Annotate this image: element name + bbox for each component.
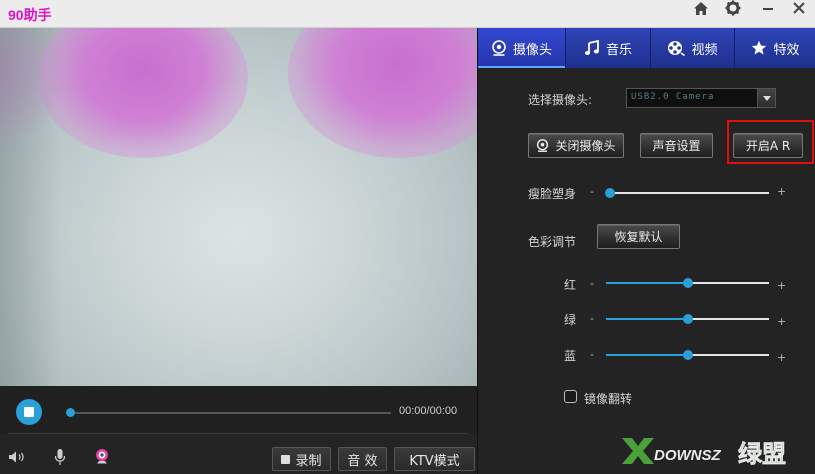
red-plus[interactable]: + — [777, 279, 786, 292]
green-channel-label: 绿 — [564, 313, 577, 327]
watermark-logo: DOWNSZ 绿盟 — [620, 430, 810, 470]
mirror-checkbox[interactable] — [564, 390, 577, 403]
red-fill — [606, 282, 688, 284]
tab-camera-label: 摄像头 — [512, 42, 552, 58]
face-slim-handle[interactable] — [605, 188, 615, 198]
close-icon[interactable] — [787, 0, 811, 16]
face-slim-minus[interactable]: - — [590, 185, 594, 198]
webcam-icon — [536, 139, 549, 152]
sound-settings-button[interactable]: 声音设置 — [640, 133, 713, 158]
webcam-icon — [491, 40, 507, 56]
watermark-text: DOWNSZ — [654, 447, 721, 464]
red-channel-label: 红 — [564, 278, 577, 292]
tab-effects[interactable]: 特效 — [735, 28, 815, 68]
chevron-down-icon[interactable] — [757, 89, 775, 107]
sound-effect-label: 音 效 — [347, 453, 378, 469]
tab-effects-label: 特效 — [773, 42, 800, 58]
close-camera-button[interactable]: 关闭摄像头 — [528, 133, 624, 158]
ktv-mode-label: KTV模式 — [409, 453, 460, 469]
ktv-mode-button[interactable]: KTV模式 — [394, 447, 475, 471]
app-title: 90助手 — [8, 7, 52, 23]
mirror-label: 镜像翻转 — [584, 392, 633, 406]
tab-video-label: 视频 — [691, 42, 718, 58]
playback-time: 00:00/00:00 — [399, 405, 458, 417]
stop-icon — [24, 407, 34, 417]
blue-minus[interactable]: - — [590, 348, 594, 361]
home-icon[interactable] — [689, 0, 713, 16]
tab-music[interactable]: 音乐 — [566, 28, 651, 68]
tab-bar: 摄像头 音乐 视频 特效 — [478, 28, 815, 68]
title-bar: 90助手 — [0, 0, 815, 28]
blue-plus[interactable]: + — [777, 351, 786, 364]
speaker-icon[interactable] — [8, 448, 28, 466]
sound-effect-button[interactable]: 音 效 — [338, 447, 387, 471]
green-plus[interactable]: + — [777, 315, 786, 328]
reset-default-button[interactable]: 恢复默认 — [597, 224, 680, 249]
camera-select-value: USB2.0 Camera — [631, 92, 715, 102]
red-minus[interactable]: - — [590, 277, 594, 290]
stop-button[interactable] — [16, 399, 42, 425]
camera-preview — [0, 28, 477, 386]
tab-music-label: 音乐 — [605, 42, 632, 58]
green-minus[interactable]: - — [590, 312, 594, 325]
preview-shade — [0, 28, 60, 386]
red-handle[interactable] — [682, 278, 693, 288]
reset-default-label: 恢复默认 — [614, 230, 663, 244]
face-slim-plus[interactable]: + — [777, 185, 786, 198]
gear-icon[interactable] — [721, 0, 745, 16]
highlight-box — [727, 120, 814, 164]
microphone-icon[interactable] — [50, 448, 70, 466]
preview-blob — [288, 28, 477, 158]
playback-bar: 00:00/00:00 — [0, 386, 477, 434]
watermark-suffix: 绿盟 — [738, 440, 786, 468]
camera-select-label: 选择摄像头: — [528, 93, 593, 107]
blue-channel-label: 蓝 — [564, 349, 577, 363]
color-adjust-label: 色彩调节 — [528, 235, 577, 249]
music-note-icon — [584, 40, 600, 56]
tab-camera[interactable]: 摄像头 — [478, 28, 566, 68]
camera-select[interactable]: USB2.0 Camera — [626, 88, 776, 108]
seek-track[interactable] — [70, 412, 391, 414]
record-button[interactable]: 录制 — [272, 447, 331, 471]
face-slim-label: 瘦脸塑身 — [528, 187, 577, 201]
seek-handle[interactable] — [66, 408, 75, 417]
star-icon — [751, 40, 767, 56]
face-slim-track[interactable] — [606, 192, 769, 194]
minimize-icon[interactable] — [756, 0, 780, 16]
record-icon — [281, 454, 291, 464]
green-handle[interactable] — [682, 314, 693, 324]
preview-blob — [38, 28, 248, 158]
tab-video[interactable]: 视频 — [651, 28, 735, 68]
sound-settings-label: 声音设置 — [652, 139, 701, 153]
camera-icon[interactable] — [92, 448, 112, 466]
close-camera-label: 关闭摄像头 — [555, 139, 616, 153]
app-window: 90助手 00:00/00:00 录制 音 效 KTV模式 摄像头 音乐 视频 … — [0, 0, 815, 474]
film-reel-icon — [667, 40, 686, 56]
blue-fill — [606, 354, 688, 356]
green-fill — [606, 318, 688, 320]
record-label: 录制 — [295, 453, 322, 469]
blue-handle[interactable] — [682, 350, 693, 360]
